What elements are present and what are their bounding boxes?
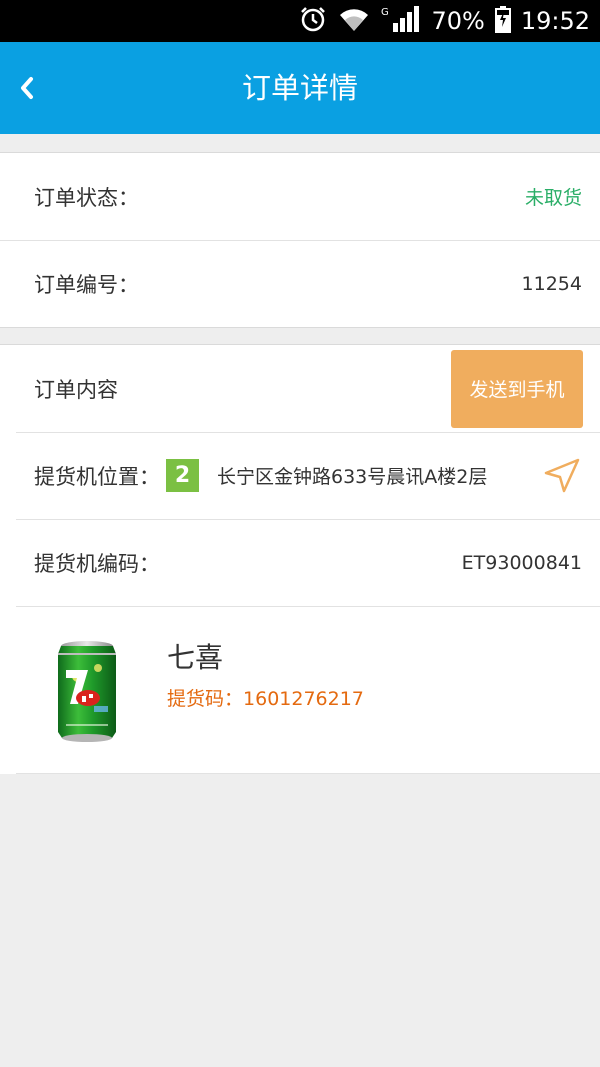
navigation-arrow-icon[interactable] [542, 456, 582, 496]
machine-code-row: 提货机编码： ET93000841 [0, 519, 600, 606]
pickup-address: 长宁区金钟路633号晨讯A楼2层 [217, 466, 488, 488]
order-info-card: 订单状态： 未取货 订单编号： 11254 [0, 152, 600, 328]
pickup-location-label: 提货机位置： [34, 464, 160, 489]
order-number-row: 订单编号： 11254 [0, 240, 600, 327]
divider [16, 432, 600, 433]
order-number-value: 11254 [521, 273, 582, 295]
network-type: G [381, 7, 389, 18]
page-title: 订单详情 [241, 71, 358, 105]
title-bar: 订单详情 [0, 42, 600, 134]
wifi-icon [337, 5, 371, 37]
divider [16, 606, 600, 607]
pickup-location-row: 提货机位置： 2 长宁区金钟路633号晨讯A楼2层 [0, 432, 600, 519]
order-content-row: 订单内容 发送到手机 [0, 345, 600, 432]
7up-can-image [58, 641, 116, 742]
product-info: 七喜 提货码：1601276217 [167, 636, 364, 711]
product-item: 七喜 提货码：1601276217 [0, 606, 600, 774]
battery-percent: 70% [431, 7, 485, 35]
product-name: 七喜 [167, 641, 224, 674]
pickup-code: 提货码：1601276217 [167, 684, 364, 711]
status-icons: G 70% 19:52 [299, 0, 590, 42]
divider [16, 519, 600, 520]
order-content-card: 订单内容 发送到手机 提货机位置： 2 长宁区金钟路633号晨讯A楼2层 提货机… [0, 344, 600, 774]
clock: 19:52 [520, 7, 590, 35]
order-status-row: 订单状态： 未取货 [0, 153, 600, 240]
machine-code-label: 提货机编码： [34, 551, 160, 576]
metro-line-badge: 2 [166, 459, 199, 492]
machine-code-value: ET93000841 [461, 551, 582, 574]
alarm-icon [299, 5, 327, 37]
order-status-label: 订单状态： [34, 185, 139, 210]
order-status-value: 未取货 [524, 187, 582, 209]
status-bar: G 70% 19:52 [0, 0, 600, 42]
send-to-phone-button[interactable]: 发送到手机 [451, 349, 583, 428]
divider [16, 773, 600, 774]
pickup-code-value: 1601276217 [243, 688, 364, 710]
order-content-title: 订单内容 [34, 377, 118, 402]
cell-signal-icon: G [381, 5, 421, 37]
pickup-code-label: 提货码： [167, 688, 244, 710]
order-number-label: 订单编号： [34, 273, 139, 297]
battery-icon [494, 5, 511, 37]
